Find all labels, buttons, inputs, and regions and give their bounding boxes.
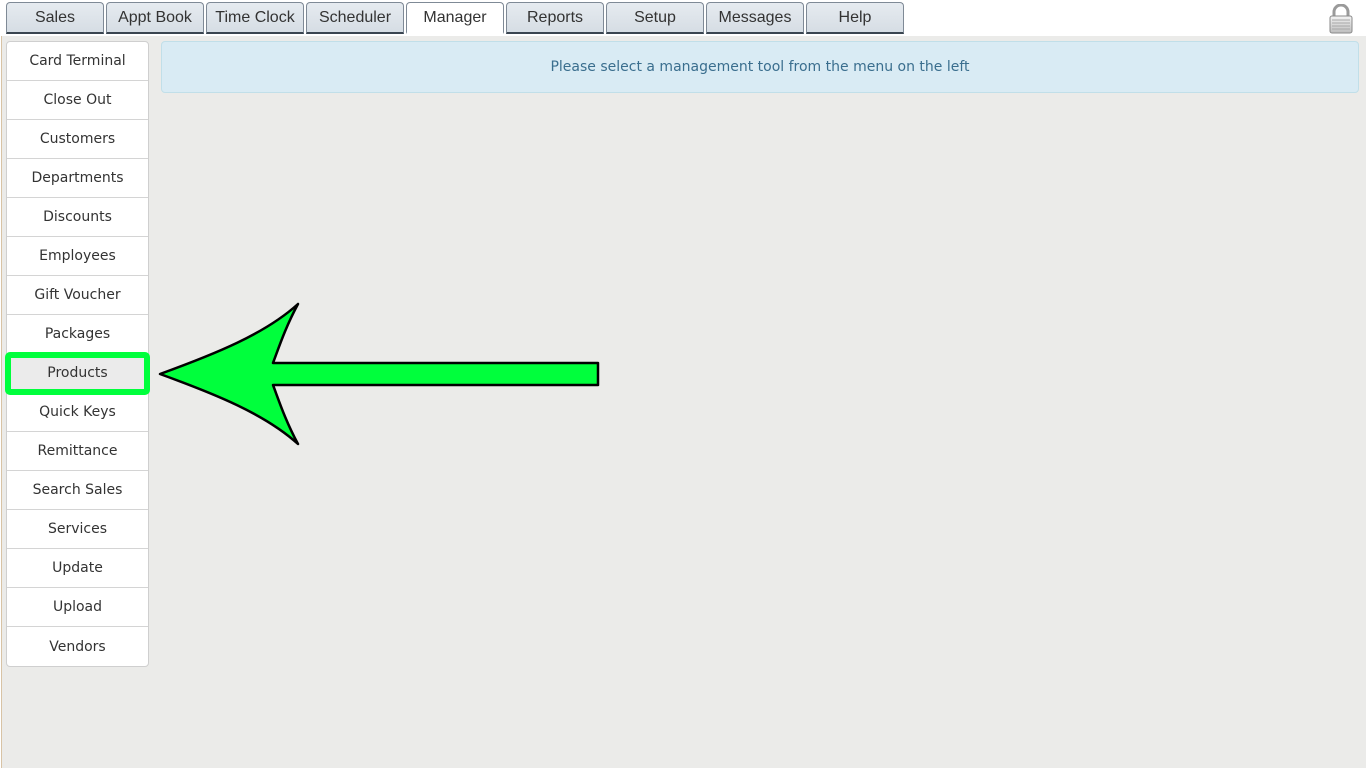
- tab-manager[interactable]: Manager: [406, 2, 504, 34]
- tab-appt-book[interactable]: Appt Book: [106, 2, 204, 34]
- page: Sales Appt Book Time Clock Scheduler Man…: [0, 0, 1366, 768]
- menu-item-remittance[interactable]: Remittance: [7, 432, 148, 471]
- tab-scheduler[interactable]: Scheduler: [306, 2, 404, 34]
- manager-menu: Card Terminal Close Out Customers Depart…: [5, 41, 150, 667]
- menu-item-quick-keys[interactable]: Quick Keys: [7, 393, 148, 432]
- menu-item-services[interactable]: Services: [7, 510, 148, 549]
- info-message: Please select a management tool from the…: [161, 41, 1359, 93]
- tab-reports[interactable]: Reports: [506, 2, 604, 34]
- menu-item-products[interactable]: Products: [5, 352, 150, 395]
- tab-messages[interactable]: Messages: [706, 2, 804, 34]
- menu-item-card-terminal[interactable]: Card Terminal: [7, 42, 148, 81]
- menu-item-search-sales[interactable]: Search Sales: [7, 471, 148, 510]
- top-nav-bar: Sales Appt Book Time Clock Scheduler Man…: [0, 0, 1366, 36]
- menu-item-discounts[interactable]: Discounts: [7, 198, 148, 237]
- tab-time-clock[interactable]: Time Clock: [206, 2, 304, 34]
- menu-item-vendors[interactable]: Vendors: [7, 627, 148, 666]
- menu-item-gift-voucher[interactable]: Gift Voucher: [7, 276, 148, 315]
- menu-item-upload[interactable]: Upload: [7, 588, 148, 627]
- menu-item-update[interactable]: Update: [7, 549, 148, 588]
- lock-icon[interactable]: [1328, 4, 1354, 34]
- menu-item-close-out[interactable]: Close Out: [7, 81, 148, 120]
- tab-setup[interactable]: Setup: [606, 2, 704, 34]
- menu-item-packages[interactable]: Packages: [7, 315, 148, 354]
- arrow-left-icon: [158, 302, 600, 446]
- tab-sales[interactable]: Sales: [6, 2, 104, 34]
- menu-item-employees[interactable]: Employees: [7, 237, 148, 276]
- menu-item-customers[interactable]: Customers: [7, 120, 148, 159]
- tab-list: Sales Appt Book Time Clock Scheduler Man…: [6, 2, 906, 34]
- menu-item-departments[interactable]: Departments: [7, 159, 148, 198]
- tab-help[interactable]: Help: [806, 2, 904, 34]
